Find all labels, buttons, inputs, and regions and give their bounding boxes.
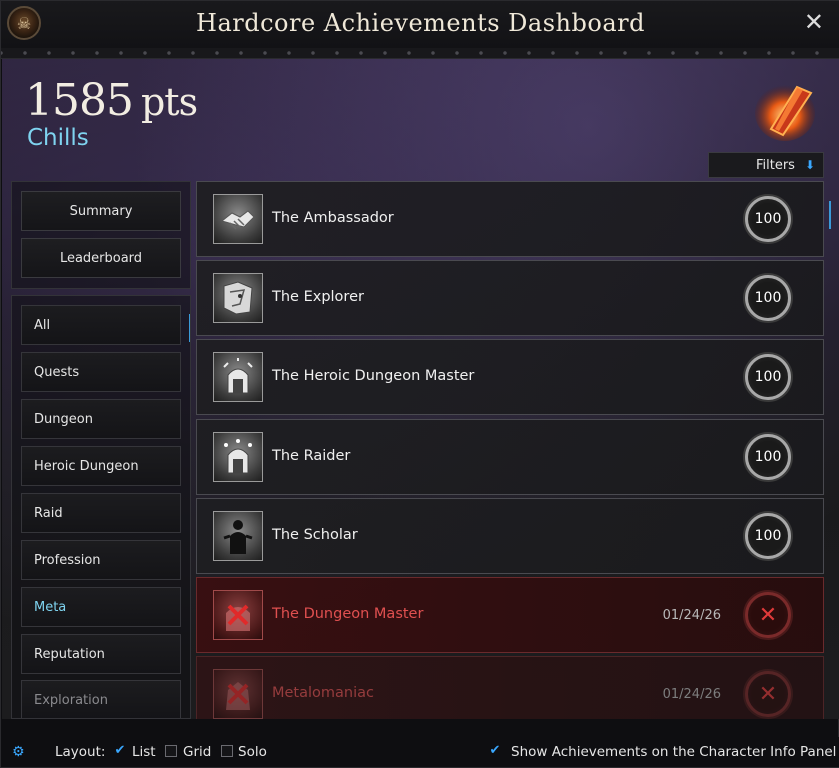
achievement-points: 100	[745, 513, 791, 559]
category-exploration[interactable]: Exploration	[21, 680, 181, 718]
gear-icon[interactable]: ⚙	[12, 745, 26, 759]
category-heroic-dungeon[interactable]: Heroic Dungeon	[21, 446, 181, 486]
summary-button[interactable]: Summary	[21, 191, 181, 231]
show-panel-checkbox[interactable]: ✔	[489, 744, 501, 757]
achievement-date: 01/24/26	[662, 608, 721, 623]
achievement-name: The Dungeon Master	[272, 606, 424, 622]
map-icon	[213, 273, 263, 323]
filters-button[interactable]: Filters ⬇	[708, 152, 824, 178]
points-unit: pts	[140, 80, 198, 124]
category-profession[interactable]: Profession	[21, 540, 181, 580]
scholar-icon	[213, 511, 263, 561]
window-title: Hardcore Achievements Dashboard	[196, 9, 645, 37]
category-dungeon[interactable]: Dungeon	[21, 399, 181, 439]
footer-bar: ⚙ Layout: ✔ List Grid Solo ✔ Show Achiev…	[2, 737, 839, 767]
category-raid[interactable]: Raid	[21, 493, 181, 533]
achievement-row[interactable]: Metalomaniac 01/24/26 ✕	[196, 656, 824, 719]
raid-icon	[213, 432, 263, 482]
achievement-name: The Ambassador	[272, 210, 394, 226]
achievement-name: The Raider	[272, 448, 351, 464]
player-name: Chills	[27, 125, 89, 151]
failed-x-icon: ✕	[745, 671, 791, 717]
dungeon-icon	[213, 352, 263, 402]
achievement-row[interactable]: The Raider 100	[196, 419, 824, 495]
category-meta[interactable]: Meta	[21, 587, 181, 627]
category-all[interactable]: All	[21, 305, 181, 345]
title-divider	[1, 48, 839, 59]
achievement-points: 100	[745, 275, 791, 321]
layout-list-checkbox[interactable]: ✔	[114, 744, 126, 757]
layout-solo-checkbox[interactable]	[221, 745, 233, 757]
achievement-row[interactable]: The Dungeon Master 01/24/26 ✕	[196, 577, 824, 653]
layout-label: Layout:	[55, 744, 106, 760]
crystal-emblem-icon	[755, 85, 815, 141]
achievement-row[interactable]: The Heroic Dungeon Master 100	[196, 339, 824, 415]
layout-grid-label: Grid	[183, 744, 212, 760]
leaderboard-button[interactable]: Leaderboard	[21, 238, 181, 278]
achievement-name: Metalomaniac	[272, 685, 374, 701]
layout-list-label: List	[132, 744, 156, 760]
close-icon[interactable]: ✕	[804, 10, 824, 34]
points-total: 1585 pts	[25, 75, 198, 126]
achievement-name: The Heroic Dungeon Master	[272, 368, 475, 384]
achievement-row[interactable]: The Ambassador 100	[196, 181, 824, 257]
dungeon-icon	[213, 590, 263, 640]
achievement-row[interactable]: The Scholar 100	[196, 498, 824, 574]
achievement-row[interactable]: The Explorer 100	[196, 260, 824, 336]
filters-label: Filters	[755, 157, 795, 173]
achievement-name: The Explorer	[272, 289, 364, 305]
layout-grid-checkbox[interactable]	[165, 745, 177, 757]
sidebar-nav: Summary Leaderboard	[11, 181, 191, 289]
achievement-points: 100	[745, 196, 791, 242]
achievement-date: 01/24/26	[662, 687, 721, 702]
category-list: All Quests Dungeon Heroic Dungeon Raid P…	[11, 295, 191, 719]
show-panel-label: Show Achievements on the Character Info …	[511, 744, 837, 760]
achievement-name: The Scholar	[272, 527, 358, 543]
dashboard-window: ☠ Hardcore Achievements Dashboard ✕ 1585…	[0, 0, 839, 768]
layout-solo-label: Solo	[238, 744, 267, 760]
achievement-points: 100	[745, 434, 791, 480]
handshake-icon	[213, 194, 263, 244]
arrow-down-icon: ⬇	[804, 158, 815, 172]
category-reputation[interactable]: Reputation	[21, 634, 181, 674]
category-quests[interactable]: Quests	[21, 352, 181, 392]
achievement-points: 100	[745, 354, 791, 400]
metal-icon	[213, 669, 263, 719]
category-scrollbar[interactable]	[189, 314, 190, 342]
achievement-list: The Ambassador 100 The Explorer 100 The …	[196, 181, 825, 719]
failed-x-icon: ✕	[745, 592, 791, 638]
list-scrollbar[interactable]	[829, 201, 831, 229]
title-bar: ☠ Hardcore Achievements Dashboard ✕	[1, 1, 839, 50]
points-value: 1585	[25, 75, 134, 126]
